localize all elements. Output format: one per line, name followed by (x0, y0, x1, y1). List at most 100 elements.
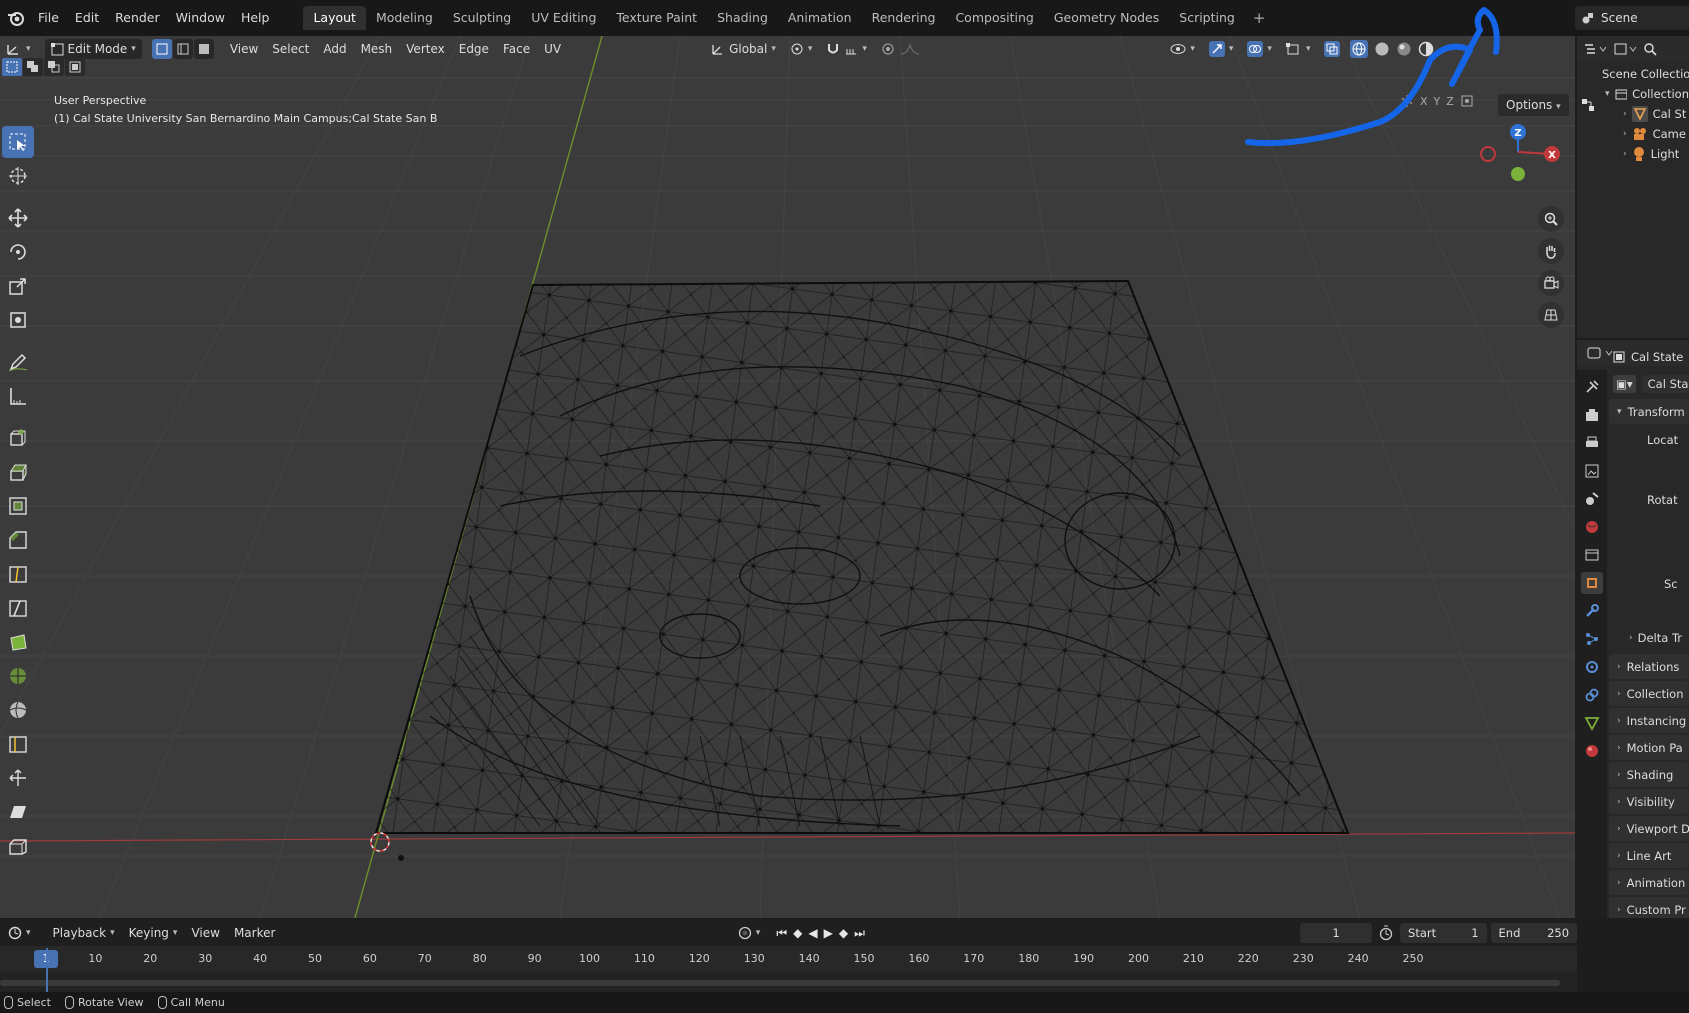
play-reverse-icon[interactable]: ◀ (808, 926, 817, 941)
panel-animation[interactable]: › Animation (1609, 870, 1689, 895)
panel-collections[interactable]: › Collection (1609, 681, 1689, 706)
shading-wireframe-button[interactable] (1348, 39, 1370, 59)
end-frame-field[interactable]: End 250 (1490, 923, 1578, 943)
tab-layout[interactable]: Layout (303, 6, 366, 30)
gizmo-y-axis[interactable] (1511, 167, 1525, 181)
cursor-tool[interactable] (2, 160, 34, 192)
menu-file[interactable]: File (30, 7, 67, 29)
tab-material[interactable] (1581, 740, 1603, 762)
tab-sculpting[interactable]: Sculpting (443, 6, 521, 30)
timeline-ruler[interactable]: 1102030405060708090100110120130140150160… (0, 948, 1577, 972)
menu-marker[interactable]: Marker (228, 923, 281, 943)
add-workspace-icon[interactable]: + (1245, 9, 1274, 27)
jump-start-icon[interactable]: ⏮ (776, 926, 787, 941)
jump-end-icon[interactable]: ⏭ (854, 926, 865, 941)
shear-tool[interactable] (2, 796, 34, 828)
axis-z-toggle[interactable]: Z (1446, 95, 1454, 108)
measure-tool[interactable] (2, 380, 34, 412)
shading-rendered-button[interactable] (1416, 39, 1436, 59)
editor-type-button[interactable]: ▾ (0, 39, 37, 59)
tab-texture-paint[interactable]: Texture Paint (606, 6, 707, 30)
knife-tool[interactable] (2, 592, 34, 624)
panel-relations[interactable]: › Relations (1609, 654, 1689, 679)
menu-mesh[interactable]: Mesh (355, 39, 399, 59)
menu-render[interactable]: Render (107, 7, 168, 29)
outliner-collection[interactable]: ▾ Collection (1597, 84, 1689, 104)
restrict-toggle-icon[interactable] (1581, 98, 1595, 112)
gizmo-neg-x-axis[interactable] (1480, 146, 1496, 162)
object-name-row[interactable]: Cal State (1609, 343, 1689, 370)
camera-view-button[interactable] (1538, 270, 1564, 296)
chevron-right-icon[interactable]: › (1623, 129, 1627, 139)
tab-render[interactable] (1581, 404, 1603, 426)
move-tool[interactable] (2, 202, 34, 234)
start-frame-field[interactable]: Start 1 (1400, 923, 1487, 943)
axis-y-toggle[interactable]: Y (1434, 95, 1441, 108)
outliner-item-mesh[interactable]: › Cal St (1597, 104, 1689, 124)
tab-scripting[interactable]: Scripting (1169, 6, 1245, 30)
transform-tool[interactable] (2, 304, 34, 336)
shading-solid-button[interactable] (1372, 39, 1392, 59)
pivot-point-button[interactable]: ▾ (784, 39, 819, 59)
stopwatch-icon[interactable] (1378, 925, 1394, 941)
menu-timeline-view[interactable]: View (185, 923, 225, 943)
tab-rendering[interactable]: Rendering (862, 6, 946, 30)
select-new-button[interactable] (2, 58, 22, 76)
chevron-right-icon[interactable]: › (1623, 149, 1627, 159)
auto-keying-button[interactable]: ▾ (732, 923, 767, 943)
tab-shading[interactable]: Shading (707, 6, 778, 30)
tab-world[interactable] (1581, 516, 1603, 538)
menu-uv[interactable]: UV (538, 39, 567, 59)
timeline-scrollbar[interactable] (0, 980, 1560, 986)
object-name-field[interactable]: Cal Sta (1641, 374, 1689, 393)
select-extend-button[interactable] (23, 58, 43, 76)
tab-modeling[interactable]: Modeling (366, 6, 443, 30)
3d-viewport[interactable]: ▾ Edit Mode ▾ View Select Add Mesh Verte… (0, 36, 1575, 918)
mirror-icon[interactable] (1400, 94, 1414, 108)
mesh-edit-overlays[interactable]: ▾ (1280, 39, 1317, 59)
gizmo-toggle[interactable]: ▾ (1203, 39, 1240, 59)
zoom-button[interactable] (1538, 206, 1564, 232)
tab-object[interactable] (1581, 572, 1603, 594)
tab-collection[interactable] (1581, 544, 1603, 566)
outliner-item-light[interactable]: › Light (1597, 144, 1689, 164)
menu-window[interactable]: Window (168, 7, 233, 29)
smooth-tool[interactable] (2, 694, 34, 726)
panel-line-art[interactable]: › Line Art (1609, 843, 1689, 868)
chevron-right-icon[interactable]: › (1623, 109, 1627, 119)
mode-selector[interactable]: Edit Mode ▾ (44, 39, 142, 59)
prev-keyframe-icon[interactable]: ◆ (793, 926, 802, 941)
tab-physics[interactable] (1581, 656, 1603, 678)
extrude-tool[interactable] (2, 456, 34, 488)
select-subtract-button[interactable] (44, 58, 64, 76)
tab-modifiers[interactable] (1581, 600, 1603, 622)
tab-tool[interactable] (1581, 376, 1603, 398)
menu-edit[interactable]: Edit (67, 7, 107, 29)
xray-toggle[interactable] (1318, 39, 1346, 59)
panel-custom-properties[interactable]: › Custom Pr (1609, 897, 1689, 918)
add-cube-tool[interactable] (2, 422, 34, 454)
tab-output[interactable] (1581, 432, 1603, 454)
axis-x-toggle[interactable]: X (1420, 95, 1428, 108)
panel-shading[interactable]: › Shading (1609, 762, 1689, 787)
panel-instancing[interactable]: › Instancing (1609, 708, 1689, 733)
menu-select[interactable]: Select (266, 39, 315, 59)
rotate-tool[interactable] (2, 236, 34, 268)
snap-button[interactable]: ▾ (820, 39, 873, 59)
object-datablock-icon[interactable]: ▣▾ (1613, 374, 1636, 393)
tab-view-layer[interactable] (1581, 460, 1603, 482)
edge-slide-tool[interactable] (2, 728, 34, 760)
shading-options-button[interactable]: ▾ (1438, 39, 1455, 59)
menu-playback[interactable]: Playback ▾ (47, 923, 121, 943)
inset-tool[interactable] (2, 490, 34, 522)
tab-animation[interactable]: Animation (778, 6, 862, 30)
overlays-toggle[interactable]: ▾ (1241, 39, 1278, 59)
filter-icon[interactable] (1613, 42, 1637, 56)
current-frame-field[interactable]: 1 (1299, 923, 1373, 943)
tab-geometry-nodes[interactable]: Geometry Nodes (1044, 6, 1169, 30)
object-data-row[interactable]: ▣▾ Cal Sta (1609, 370, 1689, 397)
menu-vertex[interactable]: Vertex (400, 39, 451, 59)
edge-select-button[interactable] (172, 39, 193, 59)
panel-viewport-display[interactable]: › Viewport D (1609, 816, 1689, 841)
navigation-gizmo[interactable]: Z X (1468, 92, 1568, 202)
